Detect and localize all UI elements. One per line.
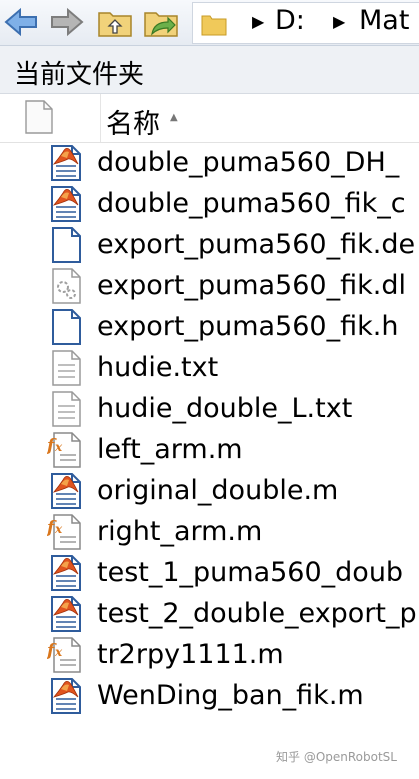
- navigation-toolbar: ▶ D: ▶ Mat: [0, 0, 419, 46]
- file-list-item[interactable]: export_puma560_fik.h: [0, 307, 419, 348]
- file-name: double_puma560_DH_: [97, 147, 400, 178]
- file-list-item[interactable]: f x right_arm.m: [0, 512, 419, 553]
- svg-text:x: x: [54, 522, 63, 536]
- file-list-item[interactable]: hudie.txt: [0, 348, 419, 389]
- dll-file-icon: [47, 267, 85, 309]
- up-folder-icon[interactable]: [96, 4, 134, 40]
- document-icon: [24, 100, 54, 138]
- file-name: export_puma560_fik.dl: [97, 270, 406, 301]
- breadcrumb-separator-icon[interactable]: ▶: [333, 12, 345, 31]
- file-list-item[interactable]: export_puma560_fik.de: [0, 225, 419, 266]
- file-name: test_1_puma560_doub: [97, 557, 404, 588]
- matlab-function-icon: fx: [46, 513, 85, 555]
- blank-document-icon: [47, 308, 85, 350]
- current-folder-panel-header: 当前文件夹: [0, 46, 419, 94]
- file-list-item[interactable]: export_puma560_fik.dl: [0, 266, 419, 307]
- file-name: left_arm.m: [97, 434, 243, 465]
- file-name: export_puma560_fik.de: [97, 229, 416, 260]
- svg-text:x: x: [54, 645, 63, 659]
- file-list-item[interactable]: hudie_double_L.txt: [0, 389, 419, 430]
- text-file-icon: [47, 349, 85, 391]
- file-list-item[interactable]: original_double.m: [0, 471, 419, 512]
- file-list-item[interactable]: f x left_arm.m: [0, 430, 419, 471]
- matlab-function-icon: fx: [46, 431, 85, 473]
- file-name: WenDing_ban_fik.m: [97, 680, 364, 711]
- file-name: tr2rpy1111.m: [97, 639, 284, 670]
- column-divider[interactable]: [100, 94, 101, 142]
- browse-folder-icon[interactable]: [142, 4, 180, 40]
- breadcrumb-separator-icon[interactable]: ▶: [252, 12, 264, 31]
- name-column-label[interactable]: 名称: [106, 102, 160, 141]
- text-file-icon: [47, 390, 85, 432]
- panel-title: 当前文件夹: [14, 60, 145, 90]
- address-bar[interactable]: ▶ D: ▶ Mat: [192, 2, 419, 44]
- file-list-item[interactable]: double_puma560_DH_: [0, 143, 419, 184]
- file-list-item[interactable]: test_2_double_export_p: [0, 594, 419, 635]
- file-name: right_arm.m: [97, 516, 263, 547]
- file-name: export_puma560_fik.h: [97, 311, 399, 342]
- matlab-script-icon: [47, 677, 85, 719]
- matlab-script-icon: [47, 472, 85, 514]
- matlab-function-icon: fx: [46, 636, 85, 678]
- breadcrumb-subfolder[interactable]: Mat: [359, 5, 409, 36]
- matlab-script-icon: [47, 595, 85, 637]
- blank-document-icon: [47, 226, 85, 268]
- file-name: double_puma560_fik_c: [97, 188, 406, 219]
- matlab-script-icon: [47, 185, 85, 227]
- matlab-script-icon: [47, 554, 85, 596]
- file-list-item[interactable]: double_puma560_fik_c: [0, 184, 419, 225]
- file-list-item[interactable]: test_1_puma560_doub: [0, 553, 419, 594]
- column-header: 名称 ▲: [0, 94, 419, 143]
- breadcrumb-drive[interactable]: D:: [275, 5, 305, 36]
- svg-text:x: x: [54, 440, 63, 454]
- file-name: hudie.txt: [97, 352, 219, 383]
- file-name: original_double.m: [97, 475, 339, 506]
- file-list-item[interactable]: WenDing_ban_fik.m: [0, 676, 419, 717]
- forward-arrow-icon[interactable]: [48, 4, 86, 40]
- file-name: hudie_double_L.txt: [97, 393, 353, 424]
- matlab-script-icon: [47, 144, 85, 186]
- file-list-item[interactable]: f x tr2rpy1111.m: [0, 635, 419, 676]
- watermark: 知乎 @OpenRobotSL: [276, 750, 397, 764]
- sort-ascending-icon[interactable]: ▲: [170, 112, 178, 123]
- back-arrow-icon[interactable]: [2, 4, 40, 40]
- folder-icon: [201, 12, 227, 40]
- file-name: test_2_double_export_p: [97, 598, 417, 629]
